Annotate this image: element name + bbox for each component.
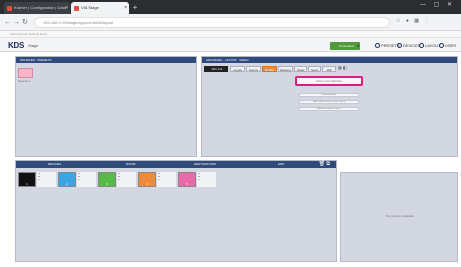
preview-label: No preview available xyxy=(386,214,414,218)
header-item-layout[interactable]: LAYOUT xyxy=(419,42,441,50)
forward-icon[interactable]: → xyxy=(13,18,20,27)
app-logo: KDS xyxy=(8,41,24,50)
column-devices[interactable]: DEVICES xyxy=(48,161,61,168)
destination-tile[interactable]: 5 xyxy=(178,172,196,187)
connection-button[interactable]: Connected xyxy=(330,42,360,50)
destination-info: ▪▪▪ ▪▪▪ ▪▪ xyxy=(197,172,216,187)
favicon-icon xyxy=(7,6,12,11)
trash-icon[interactable]: 🗑 ⧉ xyxy=(319,161,330,168)
restore-button[interactable]: Restore xyxy=(278,66,293,72)
browser-tab-2-label: VIA Stage xyxy=(81,5,99,10)
window-select[interactable]: Win 1x1 xyxy=(204,66,228,72)
chevron-down-icon[interactable]: ▾ xyxy=(357,42,359,50)
layout-icon xyxy=(419,43,424,49)
tab-advanced[interactable]: ADVANCED xyxy=(206,58,222,62)
tab-video[interactable]: VIDEO xyxy=(239,58,248,62)
preview-panel: No preview available xyxy=(340,172,458,262)
sources-panel: SOURCES PRESETS Source 1 xyxy=(15,56,197,157)
window-controls[interactable]: — ▢ ✕ xyxy=(420,1,455,8)
browser-tab-1-label: Kramer | Configuration | Data xyxy=(14,5,66,10)
rotate-button[interactable]: Rotate xyxy=(262,66,277,72)
destination-info: ▪▪▪ ▪▪▪ ▪▪ xyxy=(117,172,136,187)
favicon-icon xyxy=(74,6,79,11)
controls-tab-strip: ADVANCED LAYOUT VIDEO xyxy=(202,57,457,63)
browser-tab-2[interactable]: VIA Stage × xyxy=(71,2,129,14)
add-layout-row[interactable]: Add new Layout to Layout xyxy=(299,107,359,111)
tab-layout[interactable]: LAYOUT xyxy=(225,58,237,62)
presets-icon xyxy=(375,43,380,49)
url-input[interactable]: 192.168.0.10/stage/app/control/#/layout xyxy=(34,17,390,28)
column-destinations[interactable]: DESTINATIONS xyxy=(194,161,216,168)
add-clone-row[interactable]: Add a clone of source to this Layout xyxy=(299,100,359,104)
user-icon xyxy=(439,43,444,49)
close-icon[interactable]: × xyxy=(124,2,127,14)
column-edit[interactable]: EDIT xyxy=(278,161,285,168)
back-icon[interactable]: ← xyxy=(4,18,11,27)
header-item-presets[interactable]: PRESETS xyxy=(375,42,400,50)
destination-info: ▪▪▪ ▪▪▪ ▪▪ xyxy=(37,172,56,187)
destination-tile[interactable]: 1 xyxy=(18,172,36,187)
source-thumbnail-label: Source 1 xyxy=(18,79,31,83)
app-logo-suffix: Stage xyxy=(28,43,39,48)
destinations-header: DEVICES ROOM DESTINATIONS EDIT 🗑 ⧉ xyxy=(16,161,336,168)
remove-window-row[interactable]: Remove window xyxy=(299,93,359,97)
destination-tile[interactable]: 2 xyxy=(58,172,76,187)
new-tab-button[interactable]: + xyxy=(130,2,140,14)
column-room[interactable]: ROOM xyxy=(126,161,135,168)
source-button[interactable]: Source xyxy=(246,66,261,72)
tab-presets[interactable]: PRESETS xyxy=(37,58,51,62)
swap-button[interactable]: Swap xyxy=(294,66,307,72)
tab-sources[interactable]: SOURCES xyxy=(20,58,35,62)
sources-tab-strip: SOURCES PRESETS xyxy=(16,57,196,63)
layout-button[interactable]: Layout xyxy=(230,66,245,72)
browser-tab-1[interactable]: Kramer | Configuration | Data × xyxy=(4,2,70,14)
destination-tile[interactable]: 3 xyxy=(98,172,116,187)
bookmarks-bar[interactable]: Apps Kramer Settings Docs xyxy=(0,31,461,38)
header-item-devices[interactable]: DEVICES xyxy=(397,42,421,50)
destination-info: ▪▪▪ ▪▪▪ ▪▪ xyxy=(77,172,96,187)
destination-tile[interactable]: 4 xyxy=(138,172,156,187)
destination-info: ▪▪▪ ▪▪▪ ▪▪ xyxy=(157,172,176,187)
zoom-select[interactable]: 100 xyxy=(322,66,336,72)
header-item-user[interactable]: USER xyxy=(439,42,456,50)
add-window-button[interactable]: Add a new Window xyxy=(295,76,363,86)
close-icon[interactable]: × xyxy=(65,2,68,14)
send-button[interactable]: Send xyxy=(308,66,321,72)
destinations-panel: DEVICES ROOM DESTINATIONS EDIT 🗑 ⧉ 1 ▪▪▪… xyxy=(15,160,337,262)
devices-icon xyxy=(397,43,402,49)
reload-icon[interactable]: ↻ xyxy=(22,18,28,27)
controls-panel: ADVANCED LAYOUT VIDEO Win 1x1 Layout Sou… xyxy=(201,56,458,157)
source-thumbnail[interactable] xyxy=(18,68,33,78)
grid-icon[interactable]: ▦ ◧ xyxy=(338,65,347,70)
extension-icons[interactable]: ☆ ● ▦ ⋮ xyxy=(396,18,431,24)
